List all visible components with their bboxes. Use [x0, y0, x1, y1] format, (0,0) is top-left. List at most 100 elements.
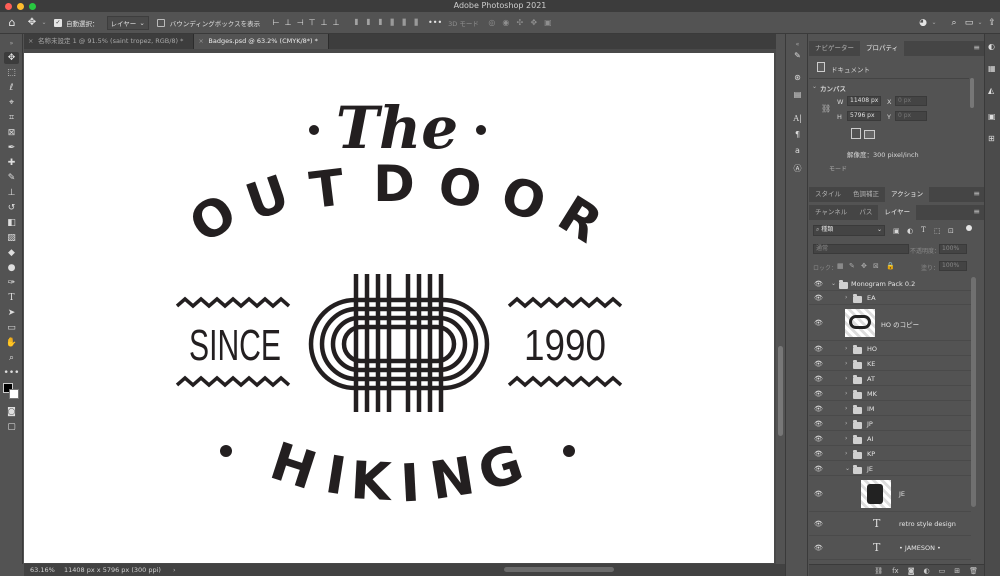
canvas-scrollbar-horizontal[interactable] [504, 567, 614, 572]
properties-scroll-thumb[interactable] [970, 78, 974, 108]
eye-icon[interactable]: 👁 [814, 450, 823, 458]
clone-source-icon[interactable]: ⊛ [791, 71, 804, 83]
filter-smart-object-icon[interactable]: ⊡ [948, 227, 954, 235]
portrait-orientation-icon[interactable] [851, 128, 861, 139]
align-horizontal-centers-icon[interactable]: ⊥ [282, 18, 294, 27]
eye-icon[interactable]: 👁 [814, 375, 823, 383]
width-field[interactable]: 11408 px [847, 96, 881, 106]
user-icon[interactable]: ◕ [916, 18, 930, 28]
lock-pixels-icon[interactable]: ✎ [849, 262, 855, 270]
layer-row[interactable]: 👁 T retro style design [809, 512, 971, 536]
layer-row[interactable]: 👁 › IM [809, 401, 971, 416]
align-vertical-centers-icon[interactable]: ⊥ [318, 18, 330, 27]
adjustment-layer-icon[interactable]: ◐ [924, 567, 930, 575]
distribute-center-icon[interactable]: ⫴ [362, 18, 374, 28]
history-brush-tool-icon[interactable]: ↺ [4, 202, 19, 214]
chevron-right-icon[interactable]: › [845, 420, 847, 427]
healing-brush-tool-icon[interactable]: ✚ [4, 157, 19, 169]
eye-icon[interactable]: 👁 [814, 345, 823, 353]
marquee-tool-icon[interactable]: ⬚ [4, 67, 19, 79]
blur-tool-icon[interactable]: ◆ [4, 247, 19, 259]
eye-icon[interactable]: 👁 [814, 465, 823, 473]
eye-icon[interactable]: 👁 [814, 294, 823, 302]
panel-menu-icon[interactable]: ≡ [973, 44, 980, 52]
align-right-edges-icon[interactable]: ⊣ [294, 18, 306, 27]
fx-icon[interactable]: fx [892, 567, 899, 575]
tab-layers[interactable]: レイヤー [878, 205, 917, 220]
crop-tool-icon[interactable]: ⌗ [4, 112, 19, 124]
screen-mode-icon[interactable]: ▢ [4, 421, 19, 433]
align-bottom-edges-icon[interactable]: ⊥ [330, 18, 342, 27]
chevron-right-icon[interactable]: › [845, 405, 847, 412]
move-tool-icon[interactable]: ✥ [4, 52, 19, 64]
chevron-right-icon[interactable]: › [845, 294, 847, 301]
glyphs-panel-icon[interactable]: a [791, 144, 804, 156]
close-window-button[interactable] [5, 3, 12, 10]
share-icon[interactable]: ⇪ [984, 18, 1000, 28]
layer-row[interactable]: 👁 ⌄ JE [809, 461, 971, 476]
move-tool-icon[interactable]: ✥ [24, 17, 40, 28]
layer-row[interactable]: 👁 › MK [809, 386, 971, 401]
eye-icon[interactable]: 👁 [814, 280, 823, 288]
blend-mode-select[interactable]: 通常 [813, 244, 909, 254]
distribute-bottom-icon[interactable]: ⫴ [374, 18, 386, 28]
lock-artboard-icon[interactable]: ⊠ [873, 262, 879, 270]
layer-row[interactable]: 👁 › HO [809, 341, 971, 356]
document-canvas[interactable]: The O U T D O O R H I K I N G SINCE 1990 [24, 53, 774, 563]
clone-stamp-tool-icon[interactable]: ⊥ [4, 187, 19, 199]
chevron-right-icon[interactable]: › [845, 345, 847, 352]
panel-menu-icon[interactable]: ≡ [973, 208, 980, 216]
link-layers-icon[interactable]: ⛓ [874, 567, 883, 575]
eye-icon[interactable]: 👁 [814, 319, 823, 327]
chevron-down-icon[interactable]: ⌄ [40, 19, 48, 26]
quick-mask-icon[interactable]: ◙ [4, 406, 19, 418]
scroll-thumb[interactable] [778, 346, 783, 436]
patterns-icon[interactable]: ⊞ [988, 134, 995, 143]
libraries-icon[interactable]: ▣ [988, 112, 996, 121]
lock-transparent-icon[interactable]: ▦ [837, 262, 844, 270]
type-tool-icon[interactable]: T [4, 292, 19, 304]
brush-settings-icon[interactable]: ✎ [791, 49, 804, 61]
search-icon[interactable]: ⌕ [946, 18, 962, 28]
background-color-swatch[interactable] [9, 389, 19, 399]
tab-styles[interactable]: スタイル [809, 187, 847, 202]
path-select-tool-icon[interactable]: ➤ [4, 307, 19, 319]
eraser-tool-icon[interactable]: ◧ [4, 217, 19, 229]
zoom-tool-icon[interactable]: ⌕ [4, 352, 19, 364]
align-left-edges-icon[interactable]: ⊢ [270, 18, 282, 27]
swatches-icon[interactable]: ▦ [988, 64, 996, 73]
eye-icon[interactable]: 👁 [814, 544, 823, 552]
fill-field[interactable]: 100% [939, 261, 967, 271]
chevron-right-icon[interactable]: › [845, 450, 847, 457]
chevron-down-icon[interactable]: ⌄ [930, 19, 938, 26]
eye-icon[interactable]: 👁 [814, 435, 823, 443]
filter-toggle[interactable] [966, 225, 972, 231]
lock-all-icon[interactable]: 🔒 [886, 262, 895, 270]
layer-row[interactable]: 👁 HO のコピー [809, 305, 971, 341]
filter-shape-icon[interactable]: ⬚ [934, 227, 941, 235]
chevron-down-icon[interactable]: ⌄ [845, 465, 850, 472]
character-styles-icon[interactable]: Ⓐ [791, 162, 804, 174]
minimize-window-button[interactable] [17, 3, 24, 10]
chevron-down-icon[interactable]: ⌄ [976, 19, 984, 26]
lock-position-icon[interactable]: ✥ [861, 262, 867, 270]
shape-tool-icon[interactable]: ▭ [4, 322, 19, 334]
brush-tool-icon[interactable]: ✎ [4, 172, 19, 184]
layer-row[interactable]: 👁 › AT [809, 371, 971, 386]
new-group-icon[interactable]: ▭ [939, 567, 946, 575]
distribute-left-icon[interactable]: ⫼ [386, 18, 398, 28]
workspace-icon[interactable]: ▭ [962, 18, 976, 28]
eye-icon[interactable]: 👁 [814, 490, 823, 498]
gradients-icon[interactable]: ◭ [988, 86, 994, 95]
character-panel-icon[interactable]: A| [791, 112, 804, 124]
lasso-tool-icon[interactable]: ℓ [4, 82, 19, 94]
eye-icon[interactable]: 👁 [814, 360, 823, 368]
dodge-tool-icon[interactable]: ● [4, 262, 19, 274]
zoom-level[interactable]: 63.16% [30, 564, 55, 576]
height-field[interactable]: 5796 px [847, 111, 881, 121]
chevron-right-icon[interactable]: › [845, 375, 847, 382]
distribute-hcenter-icon[interactable]: ⫼ [398, 18, 410, 28]
layer-filter-kind[interactable]: ⌕ 種類 ⌄ [813, 225, 885, 236]
layer-row[interactable]: 👁 › EA [809, 291, 971, 305]
link-icon[interactable]: ⛓ [821, 104, 831, 113]
